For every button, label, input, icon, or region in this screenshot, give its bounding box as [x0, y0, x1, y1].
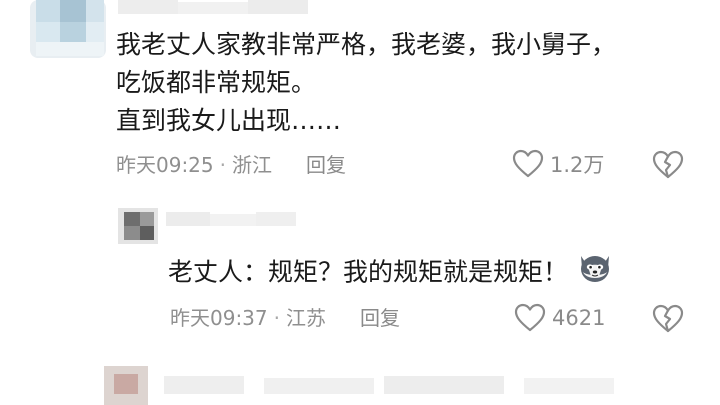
comment-time: 昨天09:25	[116, 153, 214, 177]
comment-line: 我老丈人家教非常严格，我老婆，我小舅子，	[116, 30, 617, 59]
dislike-button[interactable]	[652, 150, 684, 184]
heart-outline-icon	[512, 149, 544, 179]
meta-separator: ·	[273, 306, 280, 330]
like-count: 1.2万	[550, 153, 605, 177]
reply-button[interactable]: 回复	[306, 151, 346, 179]
next-comment-preview[interactable]	[104, 366, 624, 405]
dislike-button[interactable]	[652, 304, 684, 338]
comment-body: 我老丈人家教非常严格，我老婆，我小舅子， 吃饭都非常规矩。 直到我女儿出现……	[116, 26, 616, 140]
comment-location: 浙江	[232, 153, 272, 177]
comment-line: 吃饭都非常规矩。	[116, 68, 317, 97]
reply-time: 昨天09:37	[170, 306, 268, 330]
reply-button[interactable]: 回复	[360, 304, 400, 332]
comment-meta: 昨天09:25 · 浙江 回复	[116, 151, 346, 179]
reply-text: 老丈人：规矩？我的规矩就是规矩！	[168, 257, 569, 287]
username[interactable]	[118, 0, 308, 18]
wolf-face-emoji	[578, 252, 612, 295]
like-button[interactable]: 1.2万	[512, 149, 604, 179]
reply-body: 老丈人：规矩？我的规矩就是规矩！	[168, 252, 612, 295]
broken-heart-icon	[652, 150, 684, 184]
like-count: 4621	[552, 306, 606, 330]
avatar[interactable]	[30, 0, 106, 58]
comment-thread: 我老丈人家教非常严格，我老婆，我小舅子， 吃饭都非常规矩。 直到我女儿出现…… …	[0, 0, 720, 405]
reply-meta: 昨天09:37 · 江苏 回复	[170, 304, 400, 332]
reply-location: 江苏	[286, 306, 326, 330]
reply-username[interactable]	[166, 212, 296, 228]
broken-heart-icon	[652, 304, 684, 338]
like-button[interactable]: 4621	[514, 303, 605, 333]
meta-separator: ·	[219, 153, 226, 177]
reply-avatar[interactable]	[118, 208, 158, 244]
heart-outline-icon	[514, 303, 546, 333]
comment-line: 直到我女儿出现……	[116, 106, 342, 135]
